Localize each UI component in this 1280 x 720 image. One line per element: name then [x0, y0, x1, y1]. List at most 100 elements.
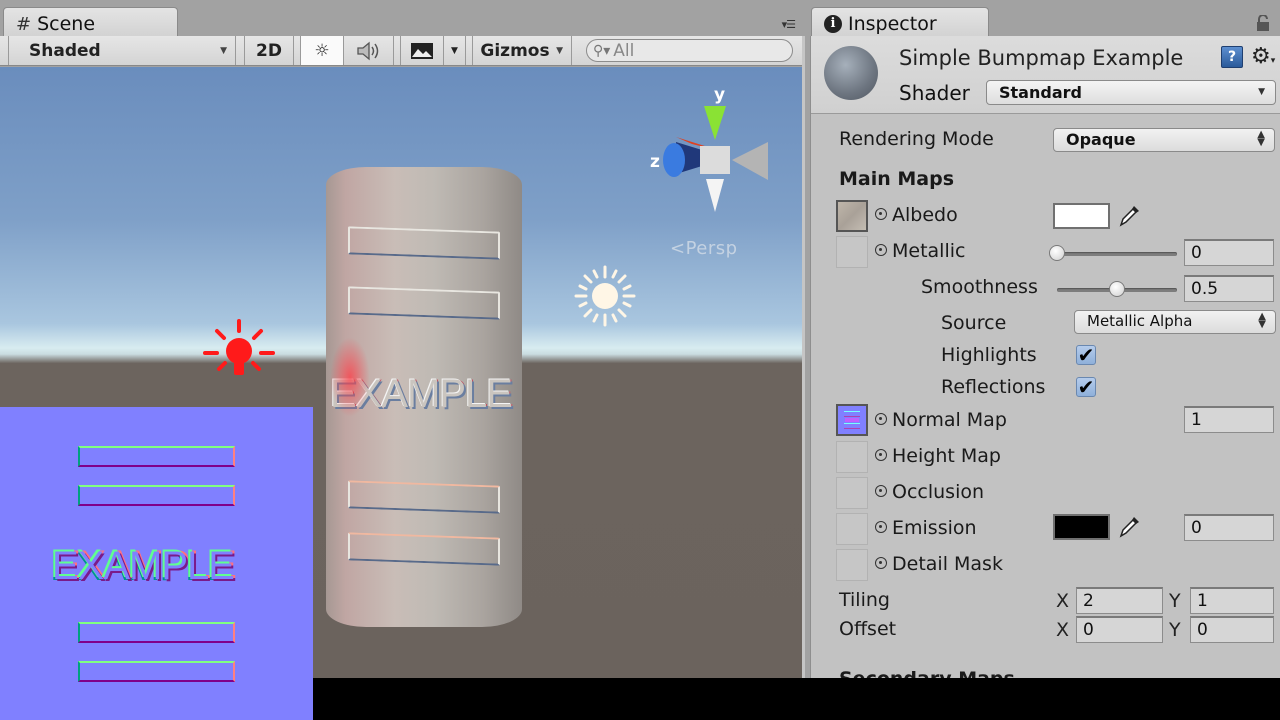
offset-x-field[interactable]: 0: [1076, 616, 1163, 643]
object-picker-icon[interactable]: [875, 557, 887, 569]
help-book-icon[interactable]: ?: [1221, 46, 1243, 68]
occlusion-texture-slot[interactable]: [836, 477, 868, 509]
object-picker-icon[interactable]: [875, 449, 887, 461]
metallic-row: Metallic: [875, 240, 965, 262]
tiling-x-label: X: [1056, 590, 1070, 612]
detail-mask-label: Detail Mask: [892, 553, 1003, 575]
tiling-y-field[interactable]: 1: [1190, 587, 1274, 614]
emission-intensity-field[interactable]: 0: [1184, 514, 1274, 541]
tab-inspector-label: Inspector: [848, 13, 937, 35]
gear-icon[interactable]: ⚙▾: [1251, 44, 1275, 69]
source-dropdown[interactable]: Metallic Alpha ▲ ▼: [1074, 310, 1276, 334]
chevron-down-icon: ▼: [220, 46, 227, 56]
scene-search-input[interactable]: ⚲▾ All: [586, 39, 793, 62]
lock-icon[interactable]: [1256, 15, 1270, 31]
projection-label[interactable]: <Persp: [670, 238, 738, 259]
gizmo-neg-x-cone[interactable]: [732, 142, 768, 180]
cylinder-text-relief: EXAMPLE: [330, 372, 513, 416]
directional-light-icon[interactable]: [574, 265, 636, 327]
info-icon: i: [824, 15, 842, 33]
gizmo-center-cube[interactable]: [700, 146, 730, 174]
height-map-label: Height Map: [892, 445, 1001, 467]
panel-menu-icon[interactable]: ▾☰: [782, 18, 796, 31]
albedo-texture-slot[interactable]: [836, 200, 868, 232]
gizmos-dropdown[interactable]: Gizmos ▼: [472, 36, 572, 65]
chevron-down-icon: ▼: [1258, 87, 1265, 97]
detail-mask-texture-slot[interactable]: [836, 549, 868, 581]
normal-map-scale-field[interactable]: 1: [1184, 406, 1274, 433]
cylinder-bar-relief: [348, 226, 500, 260]
search-placeholder: All: [613, 40, 635, 61]
checkmark-icon: ✔: [1077, 375, 1095, 399]
metallic-slider[interactable]: [1057, 252, 1177, 256]
gizmo-z-axis-cap: [663, 143, 685, 177]
height-map-row: Height Map: [875, 445, 1001, 467]
chevron-left-icon: <: [670, 238, 686, 259]
object-picker-icon[interactable]: [875, 521, 887, 533]
emission-texture-slot[interactable]: [836, 513, 868, 545]
normal-map-preview: EXAMPLE: [0, 407, 313, 720]
rendering-mode-dropdown[interactable]: Opaque ▲ ▼: [1053, 128, 1275, 152]
scene-effects-toggle[interactable]: [400, 36, 444, 65]
object-picker-icon[interactable]: [875, 485, 887, 497]
scene-window: # Scene ▾☰ Shaded ▼ 2D ☼ ▼ Gizmos ▼ ⚲▾ A…: [0, 0, 805, 720]
normal-map-bar: [78, 446, 235, 467]
letterbox-bar: [313, 678, 1280, 720]
gizmo-neg-y-cone[interactable]: [706, 179, 724, 212]
albedo-color-swatch[interactable]: [1053, 203, 1110, 229]
tab-inspector[interactable]: i Inspector: [811, 7, 989, 37]
shader-label: Shader: [899, 81, 970, 105]
image-icon: [411, 42, 433, 59]
metallic-slider-thumb[interactable]: [1049, 245, 1065, 261]
normal-map-label: Normal Map: [892, 409, 1007, 431]
offset-label: Offset: [839, 618, 897, 640]
main-maps-header: Main Maps: [839, 168, 955, 190]
metallic-label: Metallic: [892, 240, 966, 262]
inspector-window: i Inspector Simple Bumpmap Example ? ⚙▾ …: [805, 0, 1280, 690]
normal-map-texture-slot[interactable]: [836, 404, 868, 436]
normal-map-bar: [78, 622, 235, 643]
normal-map-bar: [78, 661, 235, 682]
object-picker-icon[interactable]: [875, 244, 887, 256]
tiling-x-field[interactable]: 2: [1076, 587, 1163, 614]
height-map-texture-slot[interactable]: [836, 441, 868, 473]
projection-label-text: Persp: [685, 238, 738, 259]
object-picker-icon[interactable]: [875, 413, 887, 425]
scene-toolbar: Shaded ▼ 2D ☼ ▼ Gizmos ▼ ⚲▾ All: [0, 36, 805, 66]
tab-scene[interactable]: # Scene: [3, 7, 178, 37]
object-picker-icon[interactable]: [875, 208, 887, 220]
point-light-icon[interactable]: [203, 319, 275, 385]
eyedropper-icon[interactable]: [1117, 513, 1143, 539]
emission-color-swatch[interactable]: [1053, 514, 1110, 540]
offset-y-field[interactable]: 0: [1190, 616, 1274, 643]
highlights-checkbox[interactable]: ✔: [1076, 345, 1096, 365]
normal-map-text: EXAMPLE: [52, 544, 235, 588]
occlusion-row: Occlusion: [875, 481, 984, 503]
gizmos-label: Gizmos: [480, 40, 550, 61]
eyedropper-icon[interactable]: [1117, 202, 1143, 228]
speaker-icon: [356, 41, 378, 60]
smoothness-slider-thumb[interactable]: [1109, 281, 1125, 297]
cylinder-bar-relief: [348, 480, 500, 514]
offset-x-label: X: [1056, 619, 1070, 641]
smoothness-value-field[interactable]: 0.5: [1184, 275, 1274, 302]
reflections-checkbox[interactable]: ✔: [1076, 377, 1096, 397]
rendering-mode-value: Opaque: [1066, 130, 1136, 149]
shader-dropdown[interactable]: Standard ▼: [986, 80, 1276, 105]
offset-y-label: Y: [1169, 619, 1181, 641]
smoothness-label: Smoothness: [921, 276, 1038, 298]
metallic-texture-slot[interactable]: [836, 236, 868, 268]
cylinder-object[interactable]: EXAMPLE: [326, 167, 522, 627]
scene-effects-dropdown[interactable]: ▼: [444, 36, 466, 65]
scene-audio-toggle[interactable]: [344, 36, 394, 65]
draw-mode-dropdown[interactable]: Shaded ▼: [8, 36, 236, 65]
highlights-label: Highlights: [941, 344, 1037, 366]
2d-mode-toggle[interactable]: 2D: [244, 36, 294, 65]
normal-map-bar: [78, 485, 235, 506]
albedo-label: Albedo: [892, 204, 958, 226]
gizmo-y-axis-cone[interactable]: [704, 106, 726, 140]
gizmo-z-label: z: [650, 152, 660, 172]
orientation-gizmo[interactable]: y z: [648, 82, 772, 212]
scene-lighting-toggle[interactable]: ☼: [300, 36, 344, 65]
metallic-value-field[interactable]: 0: [1184, 239, 1274, 266]
